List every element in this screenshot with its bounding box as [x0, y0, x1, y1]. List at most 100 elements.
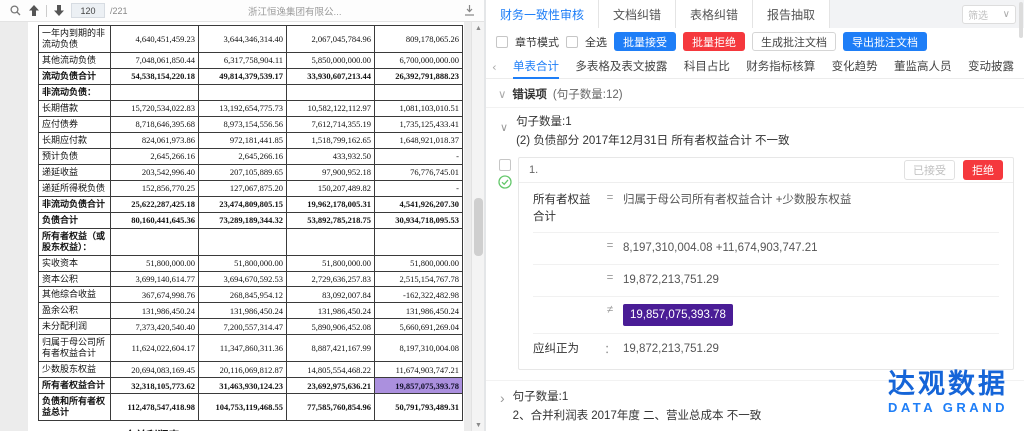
- scrollbar-thumb[interactable]: [474, 198, 483, 256]
- cell-value: 5,660,691,269.04: [375, 319, 463, 335]
- tab-document-correction[interactable]: 文档纠错: [599, 0, 676, 28]
- subtab-change-disclosure[interactable]: 变动披露: [968, 55, 1014, 79]
- next-page-button[interactable]: [52, 4, 66, 18]
- cell-value: 6,317,758,904.11: [199, 52, 287, 68]
- formula-value: 19,857,075,393.78: [623, 304, 999, 327]
- accepted-button[interactable]: 已接受: [904, 160, 955, 180]
- doc-area: 一年内到期的非流动负债4,640,451,459.233,644,346,314…: [0, 22, 484, 431]
- cell-value: 2,729,636,257.83: [287, 271, 375, 287]
- chapter-mode-label: 章节模式: [515, 34, 559, 50]
- table-row: 所有者权益合计32,318,105,773.6231,463,930,124.2…: [39, 378, 463, 394]
- cell-value: 23,474,809,805.15: [199, 196, 287, 212]
- formula-row: 应纠正为：19,872,213,751.29: [533, 334, 999, 365]
- tab-financial-consistency[interactable]: 财务一致性审核: [486, 0, 599, 28]
- cell-value: 3,699,140,614.77: [111, 271, 199, 287]
- main-tabbar: 财务一致性审核 文档纠错 表格纠错 报告抽取 筛选 ∨: [486, 0, 1024, 28]
- detail-index: 1.: [529, 164, 538, 176]
- cell-value: 131,986,450.24: [111, 303, 199, 319]
- download-icon: [464, 5, 475, 16]
- formula-operator: ：: [597, 341, 623, 357]
- tab-report-extraction[interactable]: 报告抽取: [753, 0, 830, 28]
- formula-value: 19,872,213,751.29: [623, 272, 999, 289]
- row-label: 长期借款: [39, 100, 111, 116]
- cell-value: 2,515,154,767.78: [375, 271, 463, 287]
- cell-value: 10,582,122,112.97: [287, 100, 375, 116]
- detail-card-header: 1. 已接受 拒绝: [519, 158, 1013, 183]
- prev-page-button[interactable]: [27, 4, 41, 18]
- table-row: 资本公积3,699,140,614.773,694,670,592.532,72…: [39, 271, 463, 287]
- scrollbar-down-icon[interactable]: ▼: [472, 419, 484, 431]
- row-label: 流动负债合计: [39, 68, 111, 84]
- cell-value: 54,538,154,220.18: [111, 68, 199, 84]
- chevron-right-icon: ›: [500, 390, 505, 423]
- row-label: 应付债券: [39, 116, 111, 132]
- detail-card: 1. 已接受 拒绝 所有者权益合计=归属于母公司所有者权益合计 +少数股东权益=…: [518, 157, 1014, 370]
- cell-value: 1,735,125,433.41: [375, 116, 463, 132]
- select-all-checkbox[interactable]: [566, 36, 578, 48]
- cell-value: 50,791,793,489.31: [375, 394, 463, 421]
- error-item-expanded[interactable]: ∨ 句子数量:1 (2) 负债部分 2017年12月31日 所有者权益合计 不一…: [486, 107, 1024, 155]
- cell-value: 20,694,083,169.45: [111, 362, 199, 378]
- filter-select[interactable]: 筛选 ∨: [962, 5, 1016, 24]
- tab-table-correction[interactable]: 表格纠错: [676, 0, 753, 28]
- table-row: 递延所得税负债152,856,770.25127,067,875.20150,2…: [39, 180, 463, 196]
- table-row: 预计负债2,645,266.162,645,266.16433,932.50-: [39, 148, 463, 164]
- error-list-item[interactable]: ›句子数量:12、合并利润表 2017年度 二、营业总成本 不一致: [486, 380, 1024, 431]
- doc-scrollbar[interactable]: ▲ ▼: [471, 22, 484, 431]
- cell-value: [287, 84, 375, 100]
- subtab-single-table-total[interactable]: 单表合计: [513, 55, 559, 79]
- cell-value: 30,934,718,095.53: [375, 212, 463, 228]
- detail-gutter: [498, 157, 512, 370]
- cell-value: 131,986,450.24: [199, 303, 287, 319]
- formula-row: =19,872,213,751.29: [533, 265, 999, 297]
- cell-value: 203,542,996.40: [111, 164, 199, 180]
- accepted-check-icon: [498, 175, 512, 189]
- error-list: ›句子数量:12、合并利润表 2017年度 二、营业总成本 不一致›句子数量:1…: [486, 380, 1024, 431]
- section-heading-income-statement: 2、合并利润表: [108, 427, 464, 431]
- export-annotation-button[interactable]: 导出批注文档: [843, 32, 927, 51]
- cell-value: 3,644,346,314.40: [199, 26, 287, 53]
- download-button[interactable]: [462, 4, 476, 18]
- scrollbar-up-icon[interactable]: ▲: [472, 22, 484, 34]
- batch-accept-button[interactable]: 批量接受: [614, 32, 676, 51]
- row-label: 递延收益: [39, 164, 111, 180]
- formula-value: 归属于母公司所有者权益合计 +少数股东权益: [623, 192, 999, 209]
- formula-operator: =: [597, 240, 623, 252]
- table-row: 非流动负债：: [39, 84, 463, 100]
- subtab-financial-indicator[interactable]: 财务指标核算: [746, 55, 815, 79]
- cell-value: 7,200,557,314.47: [199, 319, 287, 335]
- cell-value: 31,463,930,124.23: [199, 378, 287, 394]
- chapter-mode-checkbox[interactable]: [496, 36, 508, 48]
- table-row: 应付债券8,718,646,395.688,973,154,556.567,61…: [39, 116, 463, 132]
- chevron-down-icon: ∨: [1003, 9, 1010, 20]
- row-label: 其他流动负债: [39, 52, 111, 68]
- row-label: 所有者权益（或股东权益）：: [39, 228, 111, 255]
- subtab-multi-table-disclosure[interactable]: 多表格及表文披露: [575, 55, 667, 79]
- error-section-header[interactable]: ∨ 错误项 (句子数量:12): [486, 79, 1024, 107]
- reject-button[interactable]: 拒绝: [963, 160, 1003, 180]
- row-label: 实收资本: [39, 255, 111, 271]
- row-label: 未分配利润: [39, 319, 111, 335]
- subtab-subject-ratio[interactable]: 科目占比: [684, 55, 730, 79]
- formula-value: 19,872,213,751.29: [623, 341, 999, 358]
- detail-checkbox[interactable]: [499, 159, 511, 171]
- chevron-left-icon[interactable]: ‹: [492, 60, 497, 74]
- cell-value: 2,645,266.16: [199, 148, 287, 164]
- generate-annotation-button[interactable]: 生成批注文档: [752, 32, 836, 51]
- cell-value: [111, 84, 199, 100]
- zoom-tool-button[interactable]: [8, 4, 22, 18]
- cell-value: 127,067,875.20: [199, 180, 287, 196]
- row-label: 盈余公积: [39, 303, 111, 319]
- table-row: 归属于母公司所有者权益合计11,624,022,604.1711,347,860…: [39, 335, 463, 362]
- batch-reject-button[interactable]: 批量拒绝: [683, 32, 745, 51]
- subtab-executives[interactable]: 董监高人员: [894, 55, 952, 79]
- cell-value: [111, 228, 199, 255]
- cell-value: 26,392,791,888.23: [375, 68, 463, 84]
- cell-value: 14,805,554,468.22: [287, 362, 375, 378]
- cell-value: 7,373,420,540.40: [111, 319, 199, 335]
- cell-value: [199, 84, 287, 100]
- panel-scrollbar-thumb[interactable]: [1019, 2, 1023, 38]
- page-number-input[interactable]: [71, 3, 105, 18]
- subtab-change-trend[interactable]: 变化趋势: [832, 55, 878, 79]
- highlighted-cell: 19,857,075,393.78: [375, 378, 463, 394]
